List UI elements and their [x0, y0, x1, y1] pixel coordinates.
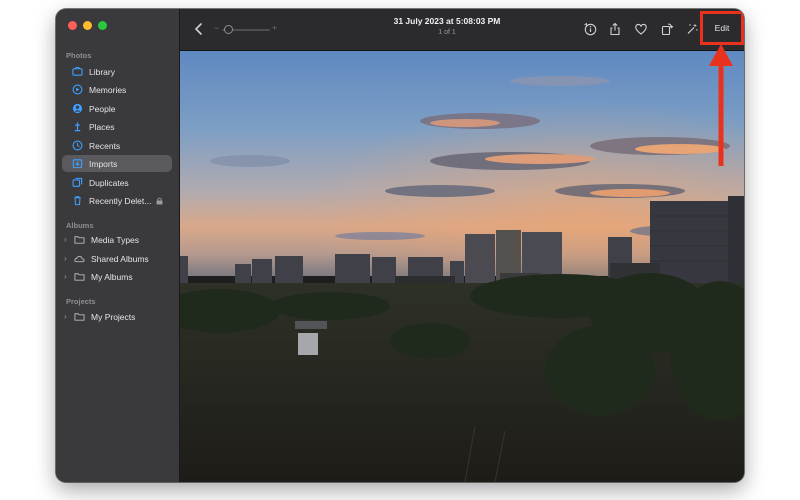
chevron-right-icon[interactable]: ›	[64, 272, 72, 281]
duplicates-icon	[72, 177, 83, 188]
sidebar-item-my-albums[interactable]: › My Albums	[62, 268, 172, 285]
close-button[interactable]	[68, 21, 77, 30]
chevron-right-icon[interactable]: ›	[64, 254, 72, 263]
section-title-projects: Projects	[66, 297, 96, 306]
sidebar-item-places[interactable]: Places	[62, 118, 172, 135]
sidebar-item-my-projects[interactable]: › My Projects	[62, 308, 172, 325]
sidebar-item-label: Memories	[89, 84, 127, 95]
rotate-icon[interactable]	[660, 22, 674, 36]
window-controls	[68, 21, 107, 30]
sidebar-item-library[interactable]: Library	[62, 63, 172, 80]
city-sunset-photo	[180, 51, 744, 482]
sidebar-item-label: Shared Albums	[91, 253, 149, 264]
sidebar-item-label: My Albums	[91, 271, 133, 282]
sidebar-item-memories[interactable]: Memories	[62, 81, 172, 98]
sidebar-item-duplicates[interactable]: Duplicates	[62, 174, 172, 191]
section-title-albums: Albums	[66, 221, 94, 230]
edit-button[interactable]: Edit	[700, 11, 744, 45]
info-icon[interactable]	[583, 22, 597, 36]
back-button[interactable]	[192, 21, 206, 37]
folder-icon	[74, 311, 85, 322]
recents-icon	[72, 140, 83, 151]
trash-icon	[72, 195, 83, 206]
photos-window: Photos Library Memories People Places Re…	[56, 9, 744, 482]
photo-viewer[interactable]	[180, 51, 744, 482]
maximize-button[interactable]	[98, 21, 107, 30]
sidebar-item-label: Recents	[89, 140, 121, 151]
sidebar-item-label: Media Types	[91, 234, 140, 245]
chevron-right-icon[interactable]: ›	[64, 235, 72, 244]
lock-icon	[156, 197, 163, 205]
sidebar-item-recents[interactable]: Recents	[62, 137, 172, 154]
memories-icon	[72, 84, 83, 95]
cloud-folder-icon	[74, 253, 85, 264]
auto-enhance-icon[interactable]	[685, 22, 699, 36]
sidebar-item-label: Places	[89, 121, 115, 132]
people-icon	[72, 103, 83, 114]
zoom-out-icon[interactable]: −	[214, 23, 219, 33]
library-icon	[72, 66, 83, 77]
folder-icon	[74, 271, 85, 282]
minimize-button[interactable]	[83, 21, 92, 30]
photo-count: 1 of 1	[438, 29, 456, 36]
toolbar: − + 31 July 2023 at 5:08:03 PM 1 of 1	[180, 9, 744, 51]
sidebar: Photos Library Memories People Places Re…	[56, 9, 180, 482]
sidebar-item-label: My Projects	[91, 311, 136, 322]
zoom-in-icon[interactable]: +	[272, 23, 277, 33]
sidebar-item-label: Imports	[89, 158, 118, 169]
sidebar-item-label: People	[89, 103, 116, 114]
chevron-right-icon[interactable]: ›	[64, 312, 72, 321]
heart-icon[interactable]	[634, 22, 648, 36]
sidebar-item-label: Recently Delet...	[89, 195, 152, 206]
photo-date-title: 31 July 2023 at 5:08:03 PM	[393, 16, 501, 26]
zoom-slider[interactable]: − +	[214, 23, 278, 36]
section-title-photos: Photos	[66, 51, 92, 60]
sidebar-item-people[interactable]: People	[62, 100, 172, 117]
zoom-knob[interactable]	[224, 25, 233, 34]
folder-icon	[74, 234, 85, 245]
share-icon[interactable]	[608, 22, 622, 36]
sidebar-item-imports[interactable]: Imports	[62, 155, 172, 172]
imports-icon	[72, 158, 83, 169]
sidebar-item-shared-albums[interactable]: › Shared Albums	[62, 250, 172, 267]
sidebar-item-label: Library	[89, 66, 115, 77]
sidebar-item-recently-deleted[interactable]: Recently Delet...	[62, 192, 172, 209]
photo-title-block: 31 July 2023 at 5:08:03 PM 1 of 1	[350, 16, 544, 36]
sidebar-item-media-types[interactable]: › Media Types	[62, 231, 172, 248]
sidebar-item-label: Duplicates	[89, 177, 129, 188]
places-icon	[72, 121, 83, 132]
